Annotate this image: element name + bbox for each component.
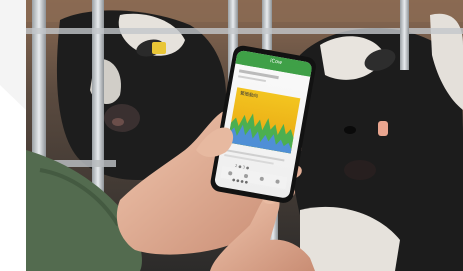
barn-photo: iCow 繁殖動向 2 ● 3 ● ● ● ● ● <box>0 0 463 271</box>
barn-scene-illustration <box>0 0 463 271</box>
